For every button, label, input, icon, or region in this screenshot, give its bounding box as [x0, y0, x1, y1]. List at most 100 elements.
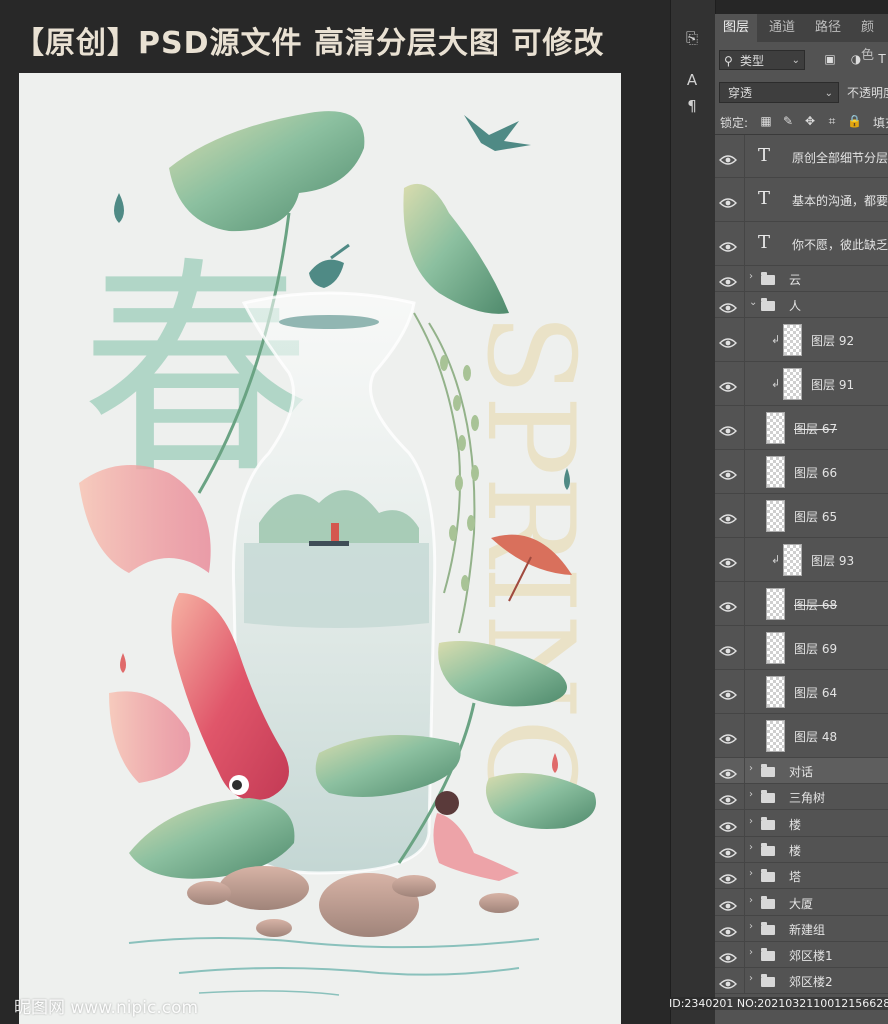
layer-row[interactable]: T 你不愿，彼此缺乏	[715, 222, 888, 266]
folder-icon	[761, 843, 775, 856]
layer-row[interactable]: ↲ 图层 92	[715, 318, 888, 362]
layer-row[interactable]: 图层 48	[715, 714, 888, 758]
visibility-eye-icon[interactable]	[719, 554, 737, 568]
adjustment-filter-icon[interactable]: ◑	[849, 52, 863, 66]
layer-row[interactable]: › 郊区楼2	[715, 968, 888, 994]
chevron-right-icon[interactable]: ›	[749, 816, 753, 827]
layer-thumbnail[interactable]	[766, 676, 785, 708]
visibility-eye-icon[interactable]	[719, 844, 737, 858]
layer-row[interactable]: › 云	[715, 266, 888, 292]
layer-row[interactable]: ↲ 图层 91	[715, 362, 888, 406]
column-divider	[744, 863, 745, 888]
tab-color[interactable]: 颜色	[853, 14, 888, 63]
filter-type-select[interactable]: ⚲ 类型 ⌄	[719, 50, 805, 70]
blend-mode-select[interactable]: 穿透 ⌄	[719, 82, 839, 103]
tab-channels[interactable]: 通道	[761, 14, 803, 42]
layer-row[interactable]: › 三角树	[715, 784, 888, 810]
visibility-eye-icon[interactable]	[719, 791, 737, 805]
folder-icon	[761, 298, 775, 311]
layer-name: 对话	[789, 765, 814, 779]
layer-thumbnail[interactable]	[766, 456, 785, 488]
lock-transparent-icon[interactable]: ▦	[759, 114, 773, 128]
layer-row[interactable]: 图层 69	[715, 626, 888, 670]
visibility-eye-icon[interactable]	[719, 949, 737, 963]
layer-row[interactable]: T 原创全部细节分层	[715, 135, 888, 178]
visibility-eye-icon[interactable]	[719, 238, 737, 252]
chevron-down-icon[interactable]: ⌄	[749, 297, 757, 308]
chevron-right-icon[interactable]: ›	[749, 921, 753, 932]
layer-row[interactable]: › 楼	[715, 837, 888, 863]
artwork-canvas[interactable]: 春 SPRING	[19, 73, 621, 1024]
layer-name: 人	[789, 299, 802, 313]
layer-row[interactable]: 图层 68	[715, 582, 888, 626]
layer-row[interactable]: › 对话	[715, 758, 888, 784]
visibility-eye-icon[interactable]	[719, 194, 737, 208]
layer-thumbnail[interactable]	[783, 324, 802, 356]
layer-row[interactable]: › 大厦	[715, 889, 888, 916]
layer-thumbnail[interactable]	[766, 500, 785, 532]
search-icon: ⚲	[724, 54, 733, 68]
visibility-eye-icon[interactable]	[719, 923, 737, 937]
chevron-right-icon[interactable]: ›	[749, 868, 753, 879]
layer-row[interactable]: ↲ 图层 93	[715, 538, 888, 582]
lock-pixels-icon[interactable]: ✎	[781, 114, 795, 128]
layer-row[interactable]: 图层 65	[715, 494, 888, 538]
history-icon[interactable]: ⎘	[682, 28, 702, 48]
lock-artboard-icon[interactable]: ⌗	[825, 114, 839, 129]
visibility-eye-icon[interactable]	[719, 765, 737, 779]
visibility-eye-icon[interactable]	[719, 686, 737, 700]
visibility-eye-icon[interactable]	[719, 299, 737, 313]
column-divider	[744, 968, 745, 993]
promo-headline: 【原创】PSD源文件 高清分层大图 可修改	[14, 26, 605, 61]
visibility-eye-icon[interactable]	[719, 642, 737, 656]
chevron-right-icon[interactable]: ›	[749, 271, 753, 282]
visibility-eye-icon[interactable]	[719, 818, 737, 832]
layer-row[interactable]: › 塔	[715, 863, 888, 889]
layer-row[interactable]: › 新建组	[715, 916, 888, 942]
layer-thumbnail[interactable]	[766, 720, 785, 752]
layer-row[interactable]: 图层 67	[715, 406, 888, 450]
chevron-right-icon[interactable]: ›	[749, 842, 753, 853]
layer-row[interactable]: 图层 66	[715, 450, 888, 494]
layer-row[interactable]: T 基本的沟通，都要	[715, 178, 888, 222]
visibility-eye-icon[interactable]	[719, 510, 737, 524]
visibility-eye-icon[interactable]	[719, 151, 737, 165]
layer-name: 图层 92	[811, 334, 855, 348]
panel-tabs: 图层 通道 路径 颜色	[715, 14, 888, 63]
lock-all-icon[interactable]: 🔒	[847, 114, 862, 128]
tab-paths[interactable]: 路径	[807, 14, 849, 42]
layer-thumbnail[interactable]	[766, 588, 785, 620]
chevron-right-icon[interactable]: ›	[749, 763, 753, 774]
lock-position-icon[interactable]: ✥	[803, 114, 817, 128]
tab-layers[interactable]: 图层	[715, 14, 758, 42]
column-divider	[744, 292, 745, 317]
image-filter-icon[interactable]: ▣	[823, 52, 837, 66]
visibility-eye-icon[interactable]	[719, 378, 737, 392]
visibility-eye-icon[interactable]	[719, 598, 737, 612]
site-watermark: 昵图网 www.nipic.com	[14, 998, 199, 1018]
text-filter-icon[interactable]: T	[875, 52, 888, 66]
paragraph-icon[interactable]: ¶	[682, 96, 702, 116]
layer-row[interactable]: › 郊区楼1	[715, 942, 888, 968]
visibility-eye-icon[interactable]	[719, 870, 737, 884]
visibility-eye-icon[interactable]	[719, 273, 737, 287]
chevron-right-icon[interactable]: ›	[749, 895, 753, 906]
visibility-eye-icon[interactable]	[719, 466, 737, 480]
visibility-eye-icon[interactable]	[719, 975, 737, 989]
layer-thumbnail[interactable]	[766, 412, 785, 444]
visibility-eye-icon[interactable]	[719, 730, 737, 744]
visibility-eye-icon[interactable]	[719, 422, 737, 436]
layer-thumbnail[interactable]	[766, 632, 785, 664]
layer-row[interactable]: ⌄ 人	[715, 292, 888, 318]
character-icon[interactable]: A	[682, 70, 702, 90]
layer-row[interactable]: 图层 64	[715, 670, 888, 714]
chevron-right-icon[interactable]: ›	[749, 947, 753, 958]
visibility-eye-icon[interactable]	[719, 334, 737, 348]
image-id-text: ID:2340201 NO:20210321100121566282	[667, 997, 888, 1010]
visibility-eye-icon[interactable]	[719, 897, 737, 911]
chevron-right-icon[interactable]: ›	[749, 973, 753, 984]
layer-thumbnail[interactable]	[783, 544, 802, 576]
chevron-right-icon[interactable]: ›	[749, 789, 753, 800]
layer-row[interactable]: › 楼	[715, 810, 888, 837]
layer-thumbnail[interactable]	[783, 368, 802, 400]
